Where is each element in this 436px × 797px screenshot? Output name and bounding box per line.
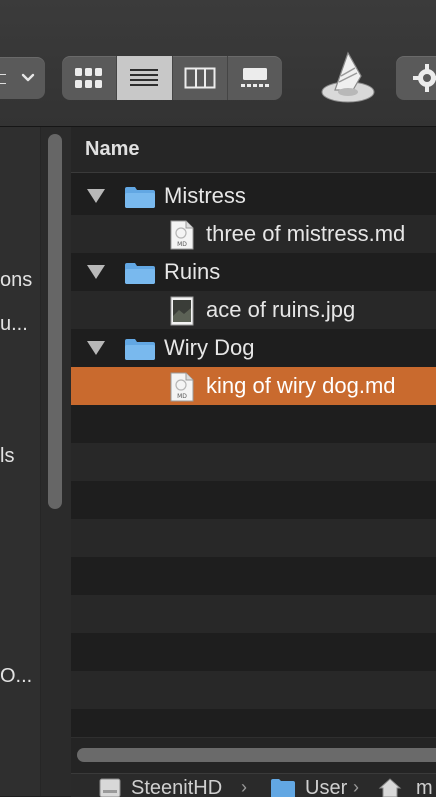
file-rows: Mistress MD three of mistress.md Ruins a…	[71, 177, 436, 747]
folder-row-wiry-dog[interactable]: Wiry Dog	[71, 329, 436, 367]
empty-row	[71, 481, 436, 519]
svg-text:MD: MD	[177, 241, 187, 248]
sidebar-scroll-thumb[interactable]	[48, 134, 62, 509]
file-list-view: Name Mistress MD three of mistress.md Ru…	[71, 127, 436, 797]
empty-row	[71, 633, 436, 671]
file-row-ace-of-ruins[interactable]: ace of ruins.jpg	[71, 291, 436, 329]
svg-text:MD: MD	[177, 393, 187, 400]
file-row-king-of-wiry-dog[interactable]: MD king of wiry dog.md	[71, 367, 436, 405]
file-name: ace of ruins.jpg	[206, 297, 356, 322]
markdown-file-icon: MD	[170, 220, 194, 250]
sidebar-item[interactable]: u...	[0, 313, 28, 336]
folder-icon	[125, 339, 155, 360]
action-menu-button[interactable]	[396, 56, 436, 100]
view-list-button[interactable]	[117, 56, 173, 100]
sidebar-item[interactable]: O...	[0, 665, 32, 688]
name-column-header[interactable]: Name	[71, 127, 436, 173]
empty-row	[71, 443, 436, 481]
view-columns-button[interactable]	[173, 56, 228, 100]
group-by-popup-button[interactable]	[0, 57, 45, 99]
folder-row-ruins[interactable]: Ruins	[71, 253, 436, 291]
path-bar: SteenitHD › User › m	[71, 773, 436, 797]
script-icon[interactable]	[317, 46, 379, 108]
horizontal-scroll-thumb[interactable]	[77, 748, 436, 762]
chevron-down-icon	[21, 73, 35, 82]
disclosure-triangle-icon[interactable]	[87, 341, 105, 355]
home-icon	[378, 778, 402, 797]
grid-icon	[75, 68, 103, 88]
view-gallery-button[interactable]	[228, 56, 282, 100]
disclosure-triangle-icon[interactable]	[87, 189, 105, 203]
path-crumb[interactable]: User	[305, 777, 347, 797]
disk-icon	[99, 778, 121, 797]
empty-row	[71, 671, 436, 709]
folder-row-mistress[interactable]: Mistress	[71, 177, 436, 215]
column-header-label: Name	[85, 138, 140, 160]
file-name: king of wiry dog.md	[206, 373, 396, 398]
sidebar-item[interactable]: ls	[0, 445, 14, 468]
folder-name: Mistress	[164, 183, 246, 208]
view-icon-button[interactable]	[62, 56, 118, 100]
file-row-three-of-mistress[interactable]: MD three of mistress.md	[71, 215, 436, 253]
empty-row	[71, 405, 436, 443]
columns-icon	[184, 67, 216, 89]
gear-icon	[413, 64, 436, 92]
list-icon	[130, 69, 159, 86]
empty-row	[71, 595, 436, 633]
path-crumb[interactable]: m	[416, 777, 433, 797]
sidebar-item[interactable]: ons	[0, 269, 32, 292]
path-separator: ›	[353, 777, 359, 797]
disclosure-triangle-icon[interactable]	[87, 265, 105, 279]
view-mode-segmented-control	[62, 56, 282, 100]
markdown-file-icon: MD	[170, 372, 194, 402]
sidebar: ons u... ls O...	[0, 127, 71, 796]
folder-icon	[125, 187, 155, 208]
path-separator: ›	[241, 777, 247, 797]
path-crumb[interactable]: SteenitHD	[131, 777, 222, 797]
folder-name: Ruins	[164, 259, 221, 284]
group-lines-icon	[0, 74, 6, 84]
sidebar-scrollbar[interactable]	[40, 127, 71, 796]
horizontal-scrollbar[interactable]	[71, 737, 436, 774]
folder-name: Wiry Dog	[164, 335, 255, 360]
gallery-icon	[240, 68, 269, 87]
folder-icon	[271, 779, 295, 797]
folder-icon	[125, 263, 155, 284]
empty-row	[71, 519, 436, 557]
toolbar	[0, 0, 436, 127]
file-name: three of mistress.md	[206, 221, 406, 246]
empty-row	[71, 557, 436, 595]
image-file-icon	[170, 296, 194, 326]
